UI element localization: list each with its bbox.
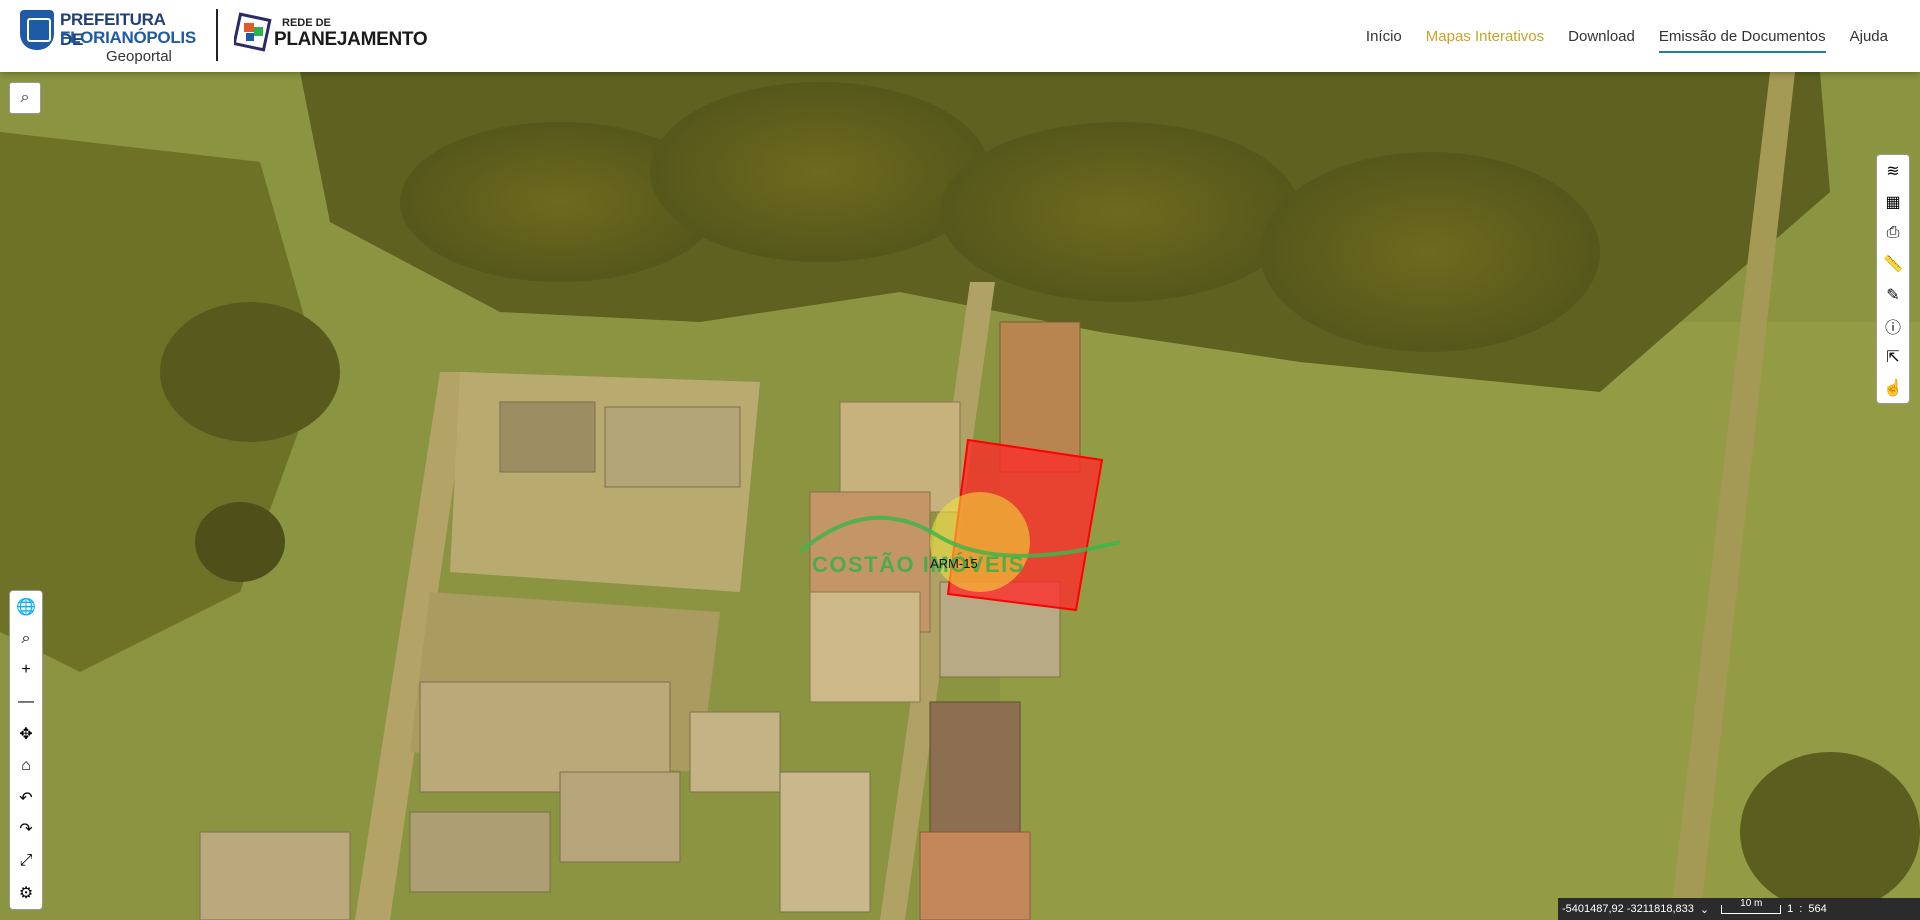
printer-icon: ⎙ — [1886, 223, 1900, 241]
hand-pointer-icon: ☝ — [1883, 379, 1903, 397]
globe-button[interactable]: 🌐 — [11, 591, 41, 623]
logo-geoportal: Geoportal — [106, 48, 172, 65]
map-statusbar: -5401487,92 -3211818,833 ⌄ 10 m 1 : 564 — [1558, 898, 1920, 920]
info-button[interactable]: ⓘ — [1878, 310, 1908, 341]
nav-ajuda[interactable]: Ajuda — [1850, 20, 1888, 53]
move-icon: ✥ — [19, 726, 33, 744]
export-icon: ⇱ — [1886, 348, 1900, 366]
nav-inicio[interactable]: Início — [1366, 20, 1402, 53]
print-button[interactable]: ⎙ — [1878, 217, 1908, 248]
parcel-label: ARM-15 — [930, 556, 978, 571]
layers-button[interactable]: ≋ — [1878, 155, 1908, 186]
rede-line1: REDE DE — [282, 17, 331, 29]
globe-icon: 🌐 — [16, 598, 36, 616]
minus-icon: — — [18, 693, 34, 711]
right-toolbar: ≋ ▦ ⎙ 📏 ✎ ⓘ ⇱ ☝ — [1876, 154, 1910, 404]
logo-line2: FLORIANÓPOLIS — [60, 28, 196, 47]
fullscreen-button[interactable]: ⤢ — [11, 845, 41, 877]
expand-icon: ⤢ — [19, 852, 33, 870]
coordinate-readout: -5401487,92 -3211818,833 — [1562, 903, 1694, 915]
scale-ratio-prefix: 1 — [1787, 903, 1794, 915]
gear-icon: ⚙ — [18, 885, 34, 903]
basemap-button[interactable]: ▦ — [1878, 186, 1908, 217]
layers-icon: ≋ — [1886, 162, 1900, 180]
nav-mapas-interativos[interactable]: Mapas Interativos — [1426, 20, 1544, 53]
identify-button[interactable]: ☝ — [1878, 372, 1908, 403]
rede-line2: PLANEJAMENTO — [274, 29, 428, 50]
zoom-out-button[interactable]: — — [11, 686, 41, 718]
planejamento-icon — [234, 12, 272, 52]
export-button[interactable]: ⇱ — [1878, 341, 1908, 372]
settings-button[interactable]: ⚙ — [11, 877, 41, 909]
zoom-area-icon: ⌕ — [21, 629, 31, 647]
scale-bar: 10 m — [1721, 898, 1782, 914]
app-header: PREFEITURA DE FLORIANÓPOLIS Geoportal RE… — [0, 0, 1920, 72]
search-button[interactable]: ⌕ — [9, 82, 41, 114]
nav-download[interactable]: Download — [1568, 20, 1635, 53]
scale-bar-label: 10 m — [1740, 897, 1763, 909]
rede-planejamento-logo[interactable]: REDE DE PLANEJAMENTO — [234, 9, 434, 59]
zoom-in-button[interactable]: + — [11, 655, 41, 687]
undo-button[interactable]: ↶ — [11, 782, 41, 814]
redo-icon: ↷ — [19, 821, 33, 839]
aerial-imagery — [0, 72, 1920, 920]
checkerboard-icon: ▦ — [1885, 193, 1901, 211]
map-canvas[interactable]: COSTÃO IMÓVEIS ARM-15 ⌕ ≋ ▦ ⎙ 📏 ✎ ⓘ ⇱ ☝ … — [0, 72, 1920, 920]
draw-button[interactable]: ✎ — [1878, 279, 1908, 310]
nav-emissao-documentos[interactable]: Emissão de Documentos — [1658, 20, 1826, 53]
left-toolbar: 🌐 ⌕ + — ✥ ⌂ ↶ ↷ ⤢ ⚙ — [9, 590, 43, 910]
zoom-box-button[interactable]: ⌕ — [11, 623, 41, 655]
prefeitura-logo[interactable]: PREFEITURA DE FLORIANÓPOLIS Geoportal — [20, 8, 196, 65]
plus-icon: + — [21, 661, 31, 679]
info-alert-icon: ⓘ — [1884, 319, 1901, 337]
selected-parcel[interactable] — [946, 438, 1104, 612]
ruler-icon: 📏 — [1883, 255, 1903, 273]
pan-button[interactable]: ✥ — [11, 718, 41, 750]
main-nav: Início Mapas Interativos Download Emissã… — [1366, 0, 1888, 72]
undo-icon: ↶ — [19, 789, 33, 807]
measure-button[interactable]: 📏 — [1878, 248, 1908, 279]
search-icon: ⌕ — [20, 89, 30, 106]
scale-ratio-value: 564 — [1808, 903, 1827, 915]
redo-button[interactable]: ↷ — [11, 814, 41, 846]
header-divider — [216, 9, 218, 61]
chevron-down-icon[interactable]: ⌄ — [1700, 903, 1709, 916]
crest-icon — [20, 10, 54, 50]
home-icon: ⌂ — [21, 756, 31, 774]
home-button[interactable]: ⌂ — [11, 750, 41, 782]
pencil-icon: ✎ — [1886, 286, 1900, 304]
